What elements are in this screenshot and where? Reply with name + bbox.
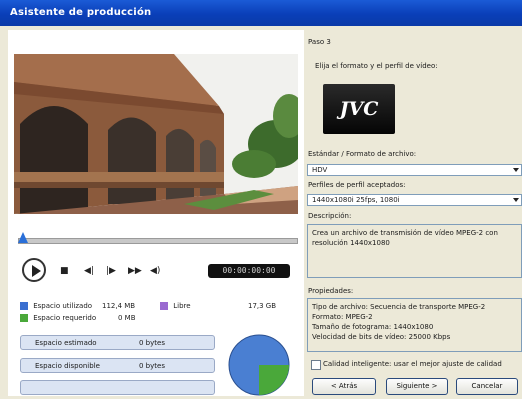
format-label: Estándar / Formato de archivo: [308, 150, 417, 158]
pie-used-slice [259, 365, 289, 395]
properties-label: Propiedades: [308, 287, 354, 295]
production-wizard-window: Asistente de producción ■ ◀| |▶ ▶▶ ◀) 00… [0, 0, 522, 399]
logo-text: JVC [339, 98, 379, 120]
seek-slider-handle[interactable] [18, 232, 28, 243]
seek-slider-track[interactable] [18, 238, 298, 244]
properties-box: Tipo de archivo: Secuencia de transporte… [307, 298, 522, 352]
title-bar: Asistente de producción [0, 0, 522, 26]
used-label: Espacio utilizado [33, 302, 93, 310]
free-value: 17,3 GB [248, 302, 277, 310]
description-box: Crea un archivo de transmisión de vídeo … [307, 224, 522, 278]
property-line: Tipo de archivo: Secuencia de transporte… [312, 303, 486, 311]
required-label: Espacio requerido [33, 314, 97, 322]
next-button[interactable]: Siguiente > [386, 378, 448, 395]
legend-used: Espacio utilizado [20, 302, 92, 310]
smart-quality-label: Calidad inteligente: usar el mejor ajust… [323, 360, 502, 368]
step-label: Paso 3 [308, 38, 331, 46]
volume-icon[interactable]: ◀) [150, 266, 160, 276]
chevron-down-icon[interactable] [513, 168, 519, 172]
available-space-value: 0 bytes [139, 362, 165, 370]
estimated-space-label: Espacio estimado [35, 339, 97, 347]
free-swatch [160, 302, 168, 310]
preview-image [14, 54, 298, 214]
legend-required: Espacio requerido [20, 314, 96, 322]
available-space-label: Espacio disponible [35, 362, 100, 370]
required-swatch [20, 314, 28, 322]
next-frame-icon[interactable]: |▶ [106, 266, 116, 276]
profile-value: 1440x1080i 25fps, 1080i [312, 196, 400, 204]
window-title: Asistente de producción [10, 7, 152, 18]
required-value: 0 MB [118, 314, 136, 322]
profile-select[interactable]: 1440x1080i 25fps, 1080i [307, 194, 522, 206]
play-button[interactable] [22, 258, 46, 282]
estimated-space-value: 0 bytes [139, 339, 165, 347]
estimated-space-row: Espacio estimado 0 bytes [20, 335, 215, 350]
disk-usage-pie [228, 334, 290, 396]
property-line: Formato: MPEG-2 [312, 313, 373, 321]
smart-quality-checkbox[interactable] [311, 360, 321, 370]
fast-forward-icon[interactable]: ▶▶ [128, 266, 142, 276]
free-label: Libre [173, 302, 191, 310]
video-preview [14, 54, 298, 214]
cancel-button[interactable]: Cancelar [456, 378, 518, 395]
description-label: Descripción: [308, 212, 352, 220]
chevron-down-icon[interactable] [513, 198, 519, 202]
stop-icon[interactable]: ■ [60, 266, 69, 276]
back-button[interactable]: < Atrás [312, 378, 376, 395]
previous-frame-icon[interactable]: ◀| [84, 266, 94, 276]
available-space-row: Espacio disponible 0 bytes [20, 358, 215, 373]
format-select[interactable]: HDV [307, 164, 522, 176]
player-controls: ■ ◀| |▶ ▶▶ ◀) 00:00:00:00 [18, 256, 298, 288]
description-text: Crea un archivo de transmisión de vídeo … [312, 229, 498, 247]
jvc-logo: JVC [323, 84, 395, 134]
legend-free: Libre [160, 302, 191, 310]
used-swatch [20, 302, 28, 310]
timecode-display: 00:00:00:00 [208, 264, 290, 278]
profile-label: Perfiles de perfil aceptados: [308, 181, 406, 189]
empty-space-row [20, 380, 215, 395]
step-instruction: Elija el formato y el perfil de vídeo: [315, 62, 438, 70]
property-line: Velocidad de bits de vídeo: 25000 Kbps [312, 333, 451, 341]
used-value: 112,4 MB [102, 302, 136, 310]
format-value: HDV [312, 166, 328, 174]
property-line: Tamaño de fotograma: 1440x1080 [312, 323, 434, 331]
